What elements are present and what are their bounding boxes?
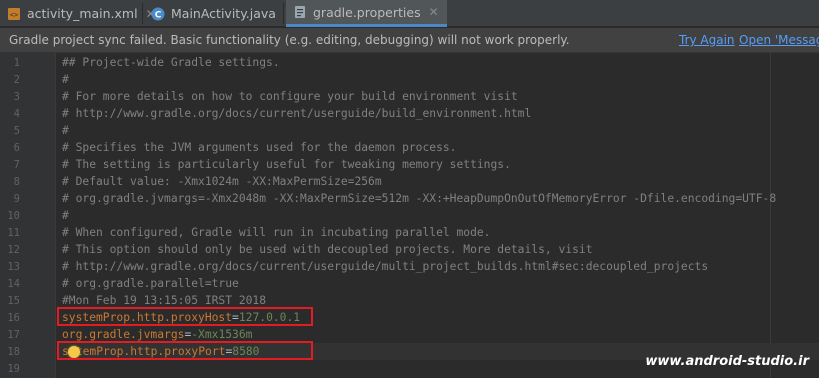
java-class-icon: C [150,6,165,21]
property-line-jvmargs: org.gradle.jvmargs=-Xmx1536m [62,328,252,341]
line-number: 4 [13,108,20,120]
try-again-link[interactable]: Try Again [679,33,735,47]
line-number: 7 [13,159,20,171]
line-number: 15 [7,295,20,307]
code-comment-line: # [62,209,69,222]
code-comment-line: # [62,73,69,86]
tab-activity-main-xml[interactable]: <> activity_main.xml ✕ [6,0,156,27]
tab-label: MainActivity.java [171,6,276,21]
line-number: 14 [7,278,20,290]
right-margin-guide [770,53,771,378]
tab-mainactivity-java[interactable]: C MainActivity.java ✕ [150,0,294,27]
xml-file-icon: <> [6,6,21,21]
code-comment-line: #Mon Feb 19 13:15:05 IRST 2018 [62,294,267,307]
highlight-box-proxy-port [57,341,313,360]
property-key: org.gradle.jvmargs [62,328,185,341]
line-number: 6 [13,142,20,154]
line-number: 13 [7,261,20,273]
code-comment-line: # The setting is particularly useful for… [62,158,511,171]
svg-text:C: C [154,10,161,20]
line-number: 5 [13,125,20,137]
line-number: 12 [7,244,20,256]
tab-gradle-properties[interactable]: gradle.properties ✕ [286,0,447,27]
line-number: 1 [13,57,20,69]
editor-tab-bar: <> activity_main.xml ✕ C MainActivity.ja… [0,0,819,27]
line-number: 11 [7,227,20,239]
code-comment-line: # http://www.gradle.org/docs/current/use… [62,260,709,273]
notification-message: Gradle project sync failed. Basic functi… [9,33,570,47]
open-messages-link[interactable]: Open 'Message [739,33,819,47]
line-number: 3 [13,91,20,103]
code-comment-line: ## Project-wide Gradle settings. [62,56,280,69]
sync-failed-notification: Gradle project sync failed. Basic functi… [0,28,819,53]
line-number: 18 [7,346,20,358]
svg-text:<>: <> [9,11,17,19]
property-value: -Xmx1536m [191,328,253,341]
line-number: 16 [7,312,20,324]
properties-file-icon [292,5,307,20]
line-number: 2 [13,74,20,86]
line-number: 17 [7,329,20,341]
line-number: 8 [13,176,20,188]
tab-label: gradle.properties [313,4,421,20]
code-comment-line: # [62,124,69,137]
code-comment-line: # org.gradle.jvmargs=-Xmx2048m -XX:MaxPe… [62,192,777,205]
code-comment-line: # This option should only be used with d… [62,243,593,256]
highlight-box-proxy-host [57,307,313,326]
code-comment-line: # When configured, Gradle will run in in… [62,226,491,239]
code-editor[interactable]: 1 2 3 4 5 6 7 8 9 10 11 12 13 14 15 16 1… [0,53,819,378]
code-comment-line: # org.gradle.parallel=true [62,277,239,290]
line-number: 19 [7,363,20,375]
code-comment-line: # Specifies the JVM arguments used for t… [62,141,457,154]
close-icon[interactable]: ✕ [429,5,439,19]
code-comment-line: # Default value: -Xmx1024m -XX:MaxPermSi… [62,175,382,188]
line-number: 9 [13,193,20,205]
line-number: 10 [7,210,20,222]
tab-divider [142,3,143,24]
code-comment-line: # http://www.gradle.org/docs/current/use… [62,107,532,120]
tab-label: activity_main.xml [27,6,138,21]
site-watermark: www.android-studio.ir [645,354,809,369]
code-comment-line: # For more details on how to configure y… [62,90,518,103]
tab-divider [283,3,284,24]
